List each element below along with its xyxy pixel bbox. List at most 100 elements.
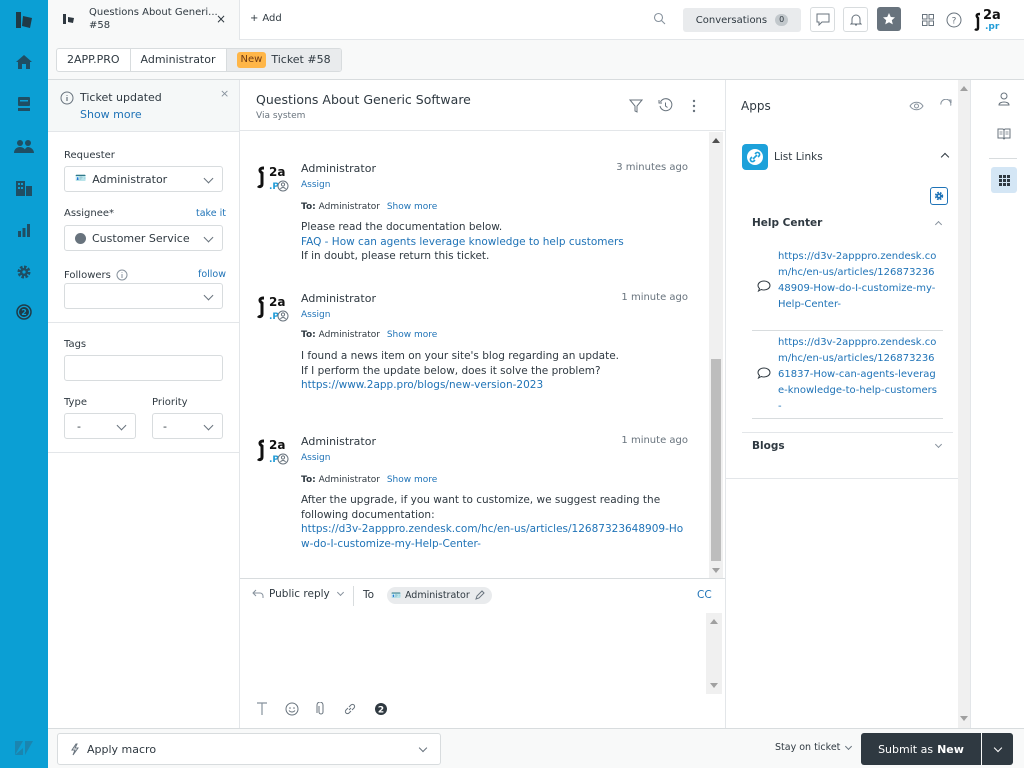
close-notice-icon[interactable]: × xyxy=(220,87,229,100)
assign-link[interactable]: Assign xyxy=(301,180,330,190)
submit-options-button[interactable] xyxy=(982,733,1013,765)
assign-link[interactable]: Assign xyxy=(301,310,330,320)
help-center-section-header[interactable]: Help Center xyxy=(752,217,822,229)
apps-grid-icon[interactable] xyxy=(922,14,934,26)
assign-link[interactable]: Assign xyxy=(301,453,330,463)
notifications-button[interactable] xyxy=(843,7,868,32)
author-name[interactable]: Administrator xyxy=(301,162,376,175)
product-nav: 2 xyxy=(0,0,48,768)
show-more-link[interactable]: Show more xyxy=(387,330,437,340)
chevron-down-icon xyxy=(203,173,214,184)
app-2app-icon[interactable]: 2 xyxy=(374,702,388,716)
search-icon[interactable] xyxy=(653,12,666,25)
priority-select[interactable]: - xyxy=(152,413,223,439)
help-center-article-link[interactable]: https://d3v-2apppro.zendesk.com/hc/en-us… xyxy=(778,249,938,313)
history-icon[interactable] xyxy=(658,98,673,113)
followers-field[interactable] xyxy=(64,283,223,309)
add-tab-button[interactable]: + Add xyxy=(250,13,282,24)
text-format-icon[interactable] xyxy=(256,702,268,716)
breadcrumb-requester[interactable]: Administrator xyxy=(131,49,227,71)
blog-link[interactable]: https://www.2app.pro/blogs/new-version-2… xyxy=(301,379,543,391)
apps-context-button[interactable] xyxy=(991,167,1017,193)
divider xyxy=(48,452,239,453)
take-it-link[interactable]: take it xyxy=(196,208,226,219)
customer-context-icon[interactable] xyxy=(998,92,1010,106)
ticket-tab[interactable]: Questions About Generi... #58 × xyxy=(48,0,240,40)
help-center-article-link[interactable]: https://d3v-2apppro.zendesk.com/hc/en-us… xyxy=(778,335,938,415)
type-select[interactable]: - xyxy=(64,413,136,439)
eye-icon[interactable] xyxy=(909,101,924,111)
customers-icon[interactable] xyxy=(14,136,34,156)
author-name[interactable]: Administrator xyxy=(301,292,376,305)
app-2app-icon[interactable]: 2 xyxy=(14,302,34,322)
filter-icon[interactable] xyxy=(629,99,643,113)
scrollbar-thumb[interactable] xyxy=(711,359,721,561)
reply-mode-selector[interactable]: Public reply xyxy=(252,588,346,600)
composer-scrollbar[interactable] xyxy=(706,613,722,694)
faq-link[interactable]: FAQ - How can agents leverage knowledge … xyxy=(301,236,624,248)
breadcrumb-ticket[interactable]: New Ticket #58 xyxy=(226,49,341,71)
ticket-properties-panel: Ticket updated Show more × Requester 🪪 A… xyxy=(48,80,240,728)
author-name[interactable]: Administrator xyxy=(301,435,376,448)
help-center-link-item: https://d3v-2apppro.zendesk.com/hc/en-us… xyxy=(752,331,943,419)
stay-on-ticket-select[interactable]: Stay on ticket xyxy=(775,742,853,753)
chevron-up-icon[interactable] xyxy=(934,220,943,229)
recipient-tag[interactable]: 🪪 Administrator xyxy=(387,587,492,604)
refresh-icon[interactable] xyxy=(939,99,952,112)
conversations-button[interactable]: Conversations 0 xyxy=(683,8,801,32)
show-more-link[interactable]: Show more xyxy=(387,475,437,485)
edit-pencil-icon[interactable] xyxy=(474,590,485,601)
chevron-down-icon xyxy=(203,420,214,431)
follow-link[interactable]: follow xyxy=(198,269,226,280)
organizations-icon[interactable] xyxy=(14,178,34,198)
collapse-app-icon[interactable] xyxy=(940,152,950,162)
chevron-down-icon xyxy=(845,742,853,750)
zendesk-products-icon[interactable] xyxy=(14,738,34,758)
app-settings-button[interactable] xyxy=(930,187,948,205)
assignee-field[interactable]: Customer Service xyxy=(64,225,223,251)
zendesk-logo-icon[interactable] xyxy=(14,10,34,30)
scroll-down-arrow-icon[interactable] xyxy=(960,716,968,721)
apps-scrollbar[interactable] xyxy=(958,80,970,728)
scroll-up-arrow-icon[interactable] xyxy=(712,138,720,143)
requester-avatar-icon: 🪪 xyxy=(75,174,87,184)
knowledge-icon[interactable] xyxy=(997,128,1011,140)
more-options-icon[interactable] xyxy=(692,99,696,113)
favorites-button[interactable] xyxy=(877,7,901,31)
admin-gear-icon[interactable] xyxy=(14,262,34,282)
cc-link[interactable]: CC xyxy=(697,589,712,601)
author-avatar: 2a .P xyxy=(256,162,290,196)
apply-macro-select[interactable]: Apply macro xyxy=(57,733,441,765)
attachment-icon[interactable] xyxy=(316,702,326,716)
show-more-link[interactable]: Show more xyxy=(387,202,437,212)
reply-textarea[interactable] xyxy=(252,612,706,692)
user-avatar[interactable]: 2a .pr xyxy=(974,8,1004,34)
apps-grid-icon xyxy=(998,174,1010,186)
chevron-down-icon[interactable] xyxy=(934,440,943,449)
scroll-up-arrow-icon[interactable] xyxy=(710,619,718,624)
comment-icon xyxy=(757,367,771,379)
views-icon[interactable] xyxy=(14,94,34,114)
reporting-icon[interactable] xyxy=(14,220,34,240)
author-avatar: 2a .P xyxy=(256,292,290,326)
submit-button[interactable]: Submit as New xyxy=(861,733,981,765)
to-label: To xyxy=(363,589,375,601)
home-icon[interactable] xyxy=(14,52,34,72)
help-icon[interactable]: ? xyxy=(946,12,962,28)
breadcrumb-organization[interactable]: 2APP.PRO xyxy=(57,49,131,71)
scroll-down-arrow-icon[interactable] xyxy=(712,568,720,573)
message-body: I found a news item on your site's blog … xyxy=(301,350,620,391)
help-center-article-link[interactable]: https://d3v-2apppro.zendesk.com/hc/en-us… xyxy=(301,523,683,550)
chat-button[interactable] xyxy=(810,7,835,32)
conversation-scrollbar[interactable] xyxy=(709,132,723,578)
emoji-icon[interactable] xyxy=(285,702,299,716)
reply-arrow-icon xyxy=(252,589,264,598)
link-icon[interactable] xyxy=(343,702,357,716)
notice-show-more-link[interactable]: Show more xyxy=(80,108,142,121)
tags-input[interactable] xyxy=(64,355,223,381)
scroll-down-arrow-icon[interactable] xyxy=(710,683,718,688)
close-tab-icon[interactable]: × xyxy=(216,12,226,26)
requester-field[interactable]: 🪪 Administrator xyxy=(64,166,223,192)
blogs-section-header[interactable]: Blogs xyxy=(752,440,785,452)
scroll-up-arrow-icon[interactable] xyxy=(960,86,968,91)
